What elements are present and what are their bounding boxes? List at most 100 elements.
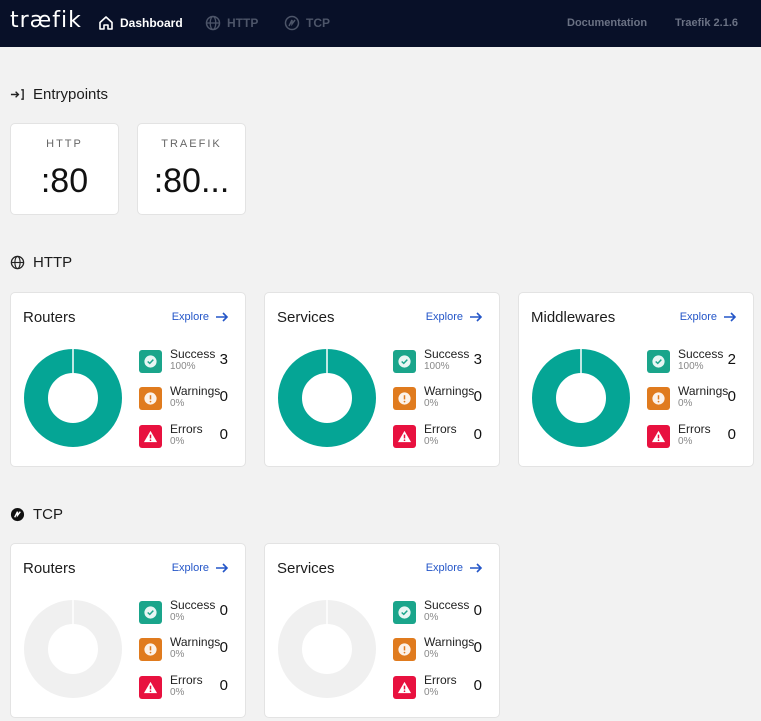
tcp-icon: [284, 15, 300, 31]
errors-badge: [393, 676, 416, 699]
documentation-link[interactable]: Documentation: [567, 17, 647, 29]
warnings-badge: [393, 387, 416, 410]
stat-success: Success 0% 0: [139, 598, 234, 626]
stat-count: 0: [219, 639, 228, 656]
explore-link[interactable]: Explore: [172, 310, 229, 324]
errors-badge: [139, 425, 162, 448]
stat-warnings: Warnings 0% 0: [393, 635, 488, 663]
stat-count: 0: [473, 426, 482, 443]
stat-label: Success: [170, 347, 216, 361]
stat-count: 0: [219, 388, 228, 405]
stat-label: Success: [678, 347, 724, 361]
nav-dashboard[interactable]: Dashboard: [98, 15, 183, 31]
error-icon: [143, 681, 158, 694]
stat-percent: 100%: [170, 361, 196, 372]
stat-count: 0: [219, 602, 228, 619]
stat-success: Success 100% 2: [647, 347, 742, 375]
stat-warnings: Warnings 0% 0: [647, 384, 742, 412]
stat-percent: 0%: [170, 687, 185, 698]
stat-label: Errors: [678, 422, 711, 436]
arrow-right-icon: [470, 563, 483, 573]
explore-label: Explore: [425, 311, 463, 323]
explore-link[interactable]: Explore: [680, 310, 737, 324]
stat-count: 0: [473, 602, 482, 619]
stat-count: 0: [473, 639, 482, 656]
stat-label: Warnings: [170, 384, 221, 398]
warning-icon: [144, 643, 157, 656]
stat-errors: Errors 0% 0: [647, 422, 742, 450]
http-services-card: Services Explore Success 100% 3 Warnings 0% 0 Er…: [264, 292, 500, 467]
traefik-logo[interactable]: træfik: [10, 8, 82, 33]
home-icon: [99, 16, 113, 30]
tcp-title: TCP: [33, 506, 63, 523]
arrow-right-icon: [724, 312, 737, 322]
stat-percent: 0%: [424, 398, 439, 409]
errors-badge: [393, 425, 416, 448]
stat-errors: Errors 0% 0: [393, 422, 488, 450]
top-navbar: træfik Dashboard HTTP TCP Documentation …: [0, 0, 761, 47]
stat-percent: 0%: [170, 436, 185, 447]
stat-label: Warnings: [424, 635, 475, 649]
status-donut-chart: [24, 600, 122, 698]
warnings-badge: [393, 638, 416, 661]
stat-percent: 0%: [678, 436, 693, 447]
stat-label: Success: [424, 598, 470, 612]
status-donut-chart: [278, 349, 376, 447]
success-badge: [393, 601, 416, 624]
arrow-right-icon: [216, 312, 229, 322]
card-title: Routers: [23, 560, 76, 577]
check-icon: [144, 355, 157, 368]
stat-label: Warnings: [424, 384, 475, 398]
stat-count: 0: [727, 426, 736, 443]
stat-errors: Errors 0% 0: [139, 673, 234, 701]
stat-count: 0: [727, 388, 736, 405]
warnings-badge: [139, 387, 162, 410]
warning-icon: [652, 392, 665, 405]
http-routers-card: Routers Explore Success 100% 3 Warnings 0% 0 Err…: [10, 292, 246, 467]
http-title: HTTP: [33, 254, 73, 271]
explore-link[interactable]: Explore: [426, 310, 483, 324]
nav-http[interactable]: HTTP: [205, 15, 258, 31]
tcp-section-title: TCP: [10, 506, 63, 523]
explore-link[interactable]: Explore: [426, 561, 483, 575]
entrypoint-card-http: HTTP :80: [10, 123, 119, 215]
stat-percent: 0%: [424, 436, 439, 447]
stat-success: Success 0% 0: [393, 598, 488, 626]
card-title: Services: [277, 309, 335, 326]
explore-label: Explore: [171, 562, 209, 574]
error-icon: [651, 430, 666, 443]
stat-label: Success: [424, 347, 470, 361]
success-badge: [139, 350, 162, 373]
stat-success: Success 100% 3: [393, 347, 488, 375]
stat-percent: 0%: [170, 612, 185, 623]
stat-label: Errors: [170, 422, 203, 436]
warning-icon: [398, 392, 411, 405]
explore-link[interactable]: Explore: [172, 561, 229, 575]
entrypoint-name: HTTP: [46, 138, 83, 150]
stat-percent: 0%: [170, 398, 185, 409]
success-badge: [139, 601, 162, 624]
stat-label: Warnings: [170, 635, 221, 649]
stat-percent: 0%: [678, 398, 693, 409]
nav-tcp[interactable]: TCP: [284, 15, 330, 31]
stat-warnings: Warnings 0% 0: [393, 384, 488, 412]
entrypoints-title: Entrypoints: [33, 86, 109, 103]
http-section-title: HTTP: [10, 254, 72, 271]
nav-tcp-label: TCP: [306, 16, 330, 30]
stat-count: 3: [473, 351, 482, 368]
globe-icon: [205, 15, 221, 31]
http-middlewares-card: Middlewares Explore Success 100% 2 Warnings 0%…: [518, 292, 754, 467]
success-badge: [647, 350, 670, 373]
stat-percent: 100%: [424, 361, 450, 372]
stat-label: Errors: [424, 673, 457, 687]
stat-percent: 0%: [424, 687, 439, 698]
errors-badge: [139, 676, 162, 699]
card-title: Routers: [23, 309, 76, 326]
warning-icon: [398, 643, 411, 656]
arrow-right-icon: [216, 563, 229, 573]
stat-count: 0: [473, 677, 482, 694]
success-badge: [393, 350, 416, 373]
stat-percent: 100%: [678, 361, 704, 372]
stat-count: 3: [219, 351, 228, 368]
explore-label: Explore: [171, 311, 209, 323]
